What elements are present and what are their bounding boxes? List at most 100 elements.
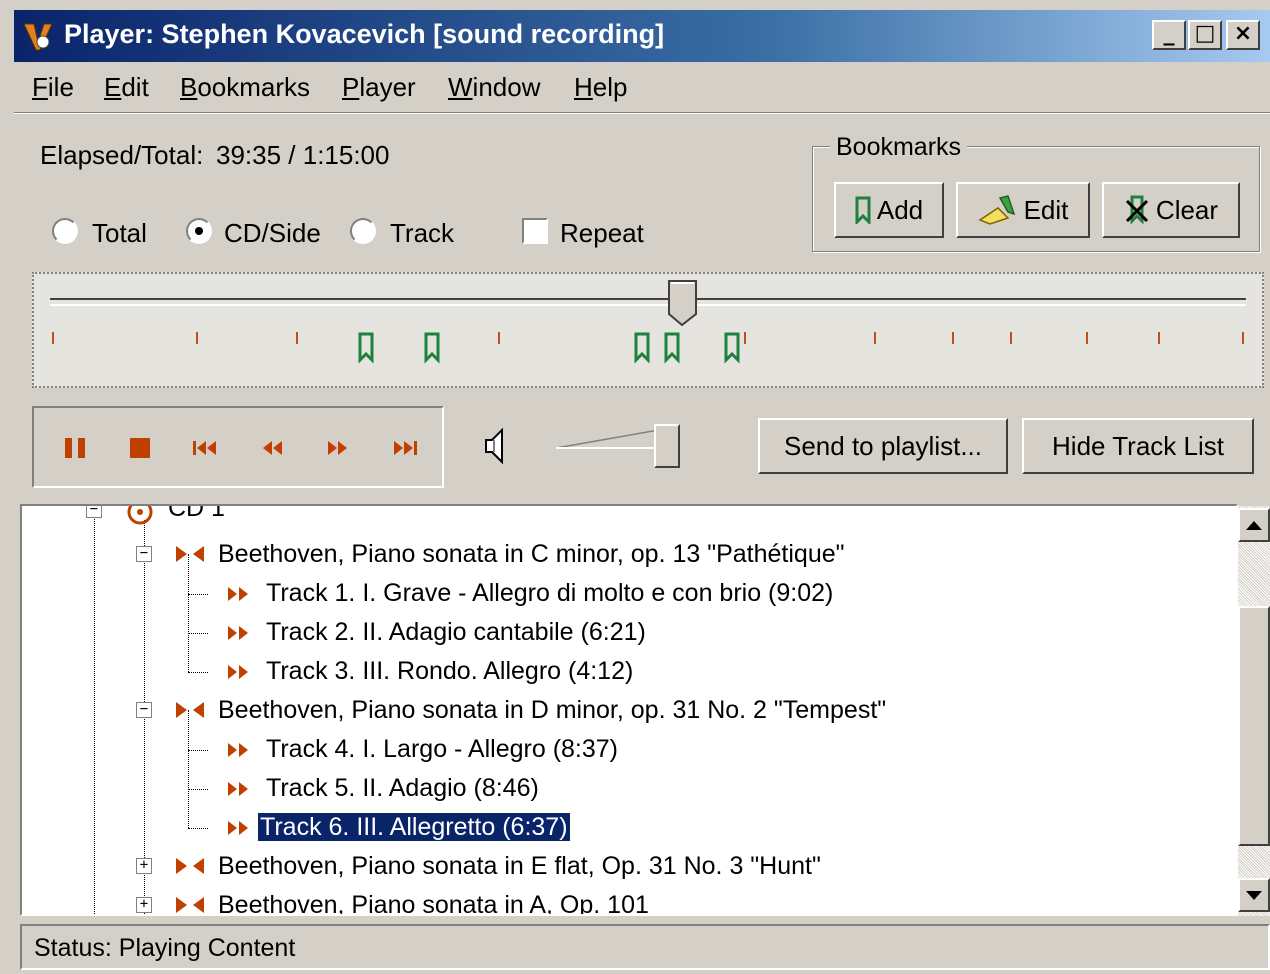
menu-bookmarks-label: ookmarks <box>197 72 311 102</box>
work-icon <box>176 546 204 562</box>
track-play-icon <box>228 782 248 796</box>
repeat-label[interactable]: Repeat <box>560 218 644 249</box>
track-play-icon <box>228 587 248 601</box>
window-title: Player: Stephen Kovacevich [sound record… <box>64 19 665 49</box>
menu-player[interactable]: Player <box>342 72 416 103</box>
arrow-up-icon <box>1246 521 1262 530</box>
repeat-checkbox[interactable] <box>522 218 548 244</box>
scroll-thumb[interactable] <box>1238 606 1270 846</box>
elapsed-value: 39:35 / 1:15:00 <box>216 140 390 170</box>
cd-icon <box>127 506 153 525</box>
work-icon <box>176 858 204 874</box>
time-tick <box>1242 332 1244 344</box>
menu-player-label: layer <box>359 72 416 102</box>
bookmarks-legend: Bookmarks <box>830 133 968 162</box>
bookmark-marker-icon[interactable] <box>634 332 650 364</box>
tree-work-item[interactable]: Beethoven, Piano sonata in C minor, op. … <box>218 538 845 572</box>
radio-track[interactable] <box>350 218 376 244</box>
next-track-icon[interactable] <box>386 430 422 466</box>
bookmark-icon <box>855 196 871 224</box>
bookmark-marker-icon[interactable] <box>664 332 680 364</box>
clear-bookmarks-button[interactable]: Clear <box>1102 182 1240 238</box>
hide-track-list-button[interactable]: Hide Track List <box>1022 418 1254 474</box>
scroll-up-button[interactable] <box>1238 508 1270 542</box>
tree-track-item-selected[interactable]: Track 6. III. Allegretto (6:37) <box>257 811 571 845</box>
tree-collapse-toggle[interactable]: − <box>86 506 102 518</box>
tree-track-item[interactable]: Track 1. I. Grave - Allegro di molto e c… <box>266 577 833 611</box>
stop-icon[interactable] <box>122 430 158 466</box>
close-button[interactable]: × <box>1226 20 1260 50</box>
time-tick <box>744 332 746 344</box>
tree-line <box>188 554 189 672</box>
tree-work-item[interactable]: Beethoven, Piano sonata in E flat, Op. 3… <box>218 850 821 884</box>
maximize-button[interactable]: □ <box>1188 20 1222 50</box>
pause-icon[interactable] <box>58 430 94 466</box>
radio-selected-dot <box>195 227 203 235</box>
edit-bookmark-label: Edit <box>1023 194 1069 225</box>
radio-total[interactable] <box>52 218 78 244</box>
tree-track-item[interactable]: Track 3. III. Rondo. Allegro (4:12) <box>266 655 633 689</box>
tree-track-item[interactable]: Track 2. II. Adagio cantabile (6:21) <box>266 616 646 650</box>
minimize-button[interactable]: _ <box>1152 20 1186 50</box>
menu-window-accel: W <box>448 72 473 102</box>
menu-window-label: indow <box>472 72 541 102</box>
tree-expand-toggle[interactable]: + <box>136 897 152 913</box>
time-tick <box>874 332 876 344</box>
tree-expand-toggle[interactable]: + <box>136 858 152 874</box>
add-bookmark-button[interactable]: Add <box>834 182 944 238</box>
tree-line <box>188 594 208 595</box>
track-play-icon <box>228 626 248 640</box>
title-bar[interactable]: Player: Stephen Kovacevich [sound record… <box>14 10 1270 62</box>
menu-edit[interactable]: Edit <box>104 72 149 103</box>
menu-help-accel: H <box>574 72 593 102</box>
track-play-icon <box>228 821 248 835</box>
radio-cd-side[interactable] <box>186 218 212 244</box>
menu-window[interactable]: Window <box>448 72 540 103</box>
send-to-playlist-button[interactable]: Send to playlist... <box>758 418 1008 474</box>
tree-line <box>188 789 208 790</box>
bookmark-marker-icon[interactable] <box>358 332 374 364</box>
menu-bookmarks[interactable]: Bookmarks <box>180 72 310 103</box>
menu-file[interactable]: File <box>32 72 74 103</box>
tree-line <box>188 672 208 673</box>
work-icon <box>176 702 204 718</box>
track-tree[interactable]: − CD 1 − Beethoven, Piano sonata in C mi… <box>20 504 1238 916</box>
radio-total-label[interactable]: Total <box>92 218 147 249</box>
seek-thumb[interactable] <box>668 280 698 326</box>
tree-work-item[interactable]: Beethoven, Piano sonata in A, Op. 101 <box>218 889 649 914</box>
app-icon <box>23 23 53 51</box>
tree-line <box>188 750 208 751</box>
menu-bar: File Edit Bookmarks Player Window Help <box>14 62 1270 112</box>
menu-help[interactable]: Help <box>574 72 627 103</box>
time-tick <box>52 332 54 344</box>
selected-track-label: Track 6. III. Allegretto (6:37) <box>257 812 571 842</box>
previous-track-icon[interactable] <box>188 430 224 466</box>
add-bookmark-label: Add <box>876 194 924 225</box>
time-tick <box>498 332 500 344</box>
seek-panel <box>32 272 1264 388</box>
speaker-icon[interactable] <box>482 426 516 466</box>
bookmark-marker-icon[interactable] <box>724 332 740 364</box>
rewind-icon[interactable] <box>254 430 290 466</box>
tree-collapse-toggle[interactable]: − <box>136 702 152 718</box>
menu-edit-accel: E <box>104 72 122 102</box>
tree-work-item[interactable]: Beethoven, Piano sonata in D minor, op. … <box>218 694 886 728</box>
radio-cd-side-label[interactable]: CD/Side <box>224 218 321 249</box>
tree-track-item[interactable]: Track 4. I. Largo - Allegro (8:37) <box>266 733 618 767</box>
tree-cd-label[interactable]: CD 1 <box>168 506 225 526</box>
edit-bookmark-button[interactable]: Edit <box>956 182 1090 238</box>
menu-edit-label: dit <box>121 72 149 102</box>
fast-forward-icon[interactable] <box>320 430 356 466</box>
tree-collapse-toggle[interactable]: − <box>136 546 152 562</box>
time-tick <box>1086 332 1088 344</box>
edit-pencil-icon <box>977 195 1015 225</box>
scroll-down-button[interactable] <box>1238 878 1270 912</box>
elapsed-label: Elapsed/Total: <box>40 140 204 170</box>
volume-thumb[interactable] <box>654 424 680 468</box>
tree-line <box>188 710 189 828</box>
time-tick <box>296 332 298 344</box>
tree-track-item[interactable]: Track 5. II. Adagio (8:46) <box>266 772 539 806</box>
seek-track[interactable] <box>50 298 1246 306</box>
bookmark-marker-icon[interactable] <box>424 332 440 364</box>
radio-track-label[interactable]: Track <box>390 218 454 249</box>
